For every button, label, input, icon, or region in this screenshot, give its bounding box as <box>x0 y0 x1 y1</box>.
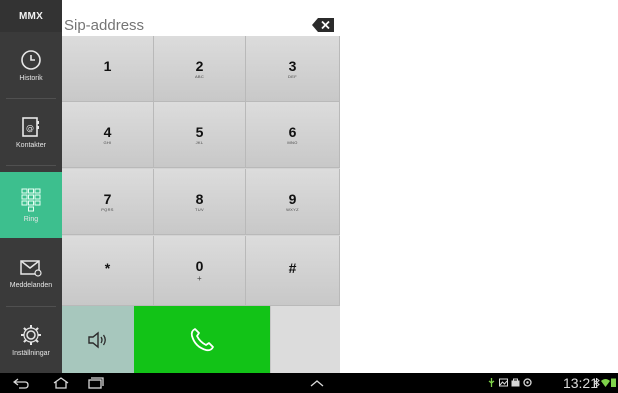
sip-address-bar <box>62 14 340 37</box>
divider <box>6 165 56 166</box>
key-digit: 7 <box>103 190 112 207</box>
contact-book-icon: @ <box>22 116 39 137</box>
menu-up-button[interactable] <box>308 376 326 390</box>
image-notification-icon <box>499 378 508 387</box>
key-letters: WXYZ <box>286 206 299 212</box>
envelope-icon <box>20 259 42 277</box>
sidebar-item-label: Kontakter <box>16 141 46 149</box>
key-2[interactable]: 2 ABC <box>154 36 246 102</box>
bag-icon <box>511 378 520 387</box>
key-letters: + <box>197 274 202 283</box>
sidebar-item-label: Historik <box>19 74 43 82</box>
sidebar-item-label: Inställningar <box>12 349 50 357</box>
key-digit: 8 <box>195 190 204 207</box>
call-button[interactable] <box>134 306 270 373</box>
sidebar-item-ring[interactable]: Ring <box>0 172 62 238</box>
key-digit: 3 <box>288 57 297 74</box>
back-button[interactable] <box>12 376 30 390</box>
svg-text:@: @ <box>26 123 34 132</box>
key-3[interactable]: 3 DEF <box>246 36 340 102</box>
key-letters: TUV <box>195 206 204 212</box>
sidebar-item-label: Ring <box>23 215 39 223</box>
phone-icon <box>190 327 214 351</box>
key-letters: GHI <box>103 139 112 145</box>
key-digit: 5 <box>195 123 204 140</box>
sync-icon <box>523 378 532 387</box>
home-icon <box>53 377 69 389</box>
key-9[interactable]: 9 WXYZ <box>246 169 340 235</box>
brand-text: MMX <box>19 10 43 22</box>
key-letters: JKL <box>195 139 204 145</box>
key-digit: # <box>288 259 297 276</box>
sidebar-item-kontakter[interactable]: @ Kontakter <box>0 99 62 165</box>
key-digit: * <box>104 259 111 276</box>
sidebar-item-installningar[interactable]: Inställningar <box>0 307 62 373</box>
recent-apps-icon <box>88 377 104 389</box>
key-letters: DEF <box>288 73 297 79</box>
key-letters: PQRS <box>101 206 114 212</box>
battery-icon <box>611 378 616 387</box>
key-digit: 9 <box>288 190 297 207</box>
key-5[interactable]: 5 JKL <box>154 102 246 168</box>
key-digit: 1 <box>103 57 112 74</box>
key-0[interactable]: 0 + <box>154 236 246 306</box>
back-icon <box>13 378 29 389</box>
key-letters: MNO <box>287 139 298 145</box>
gear-icon <box>21 324 41 345</box>
key-6[interactable]: 6 MNO <box>246 102 340 168</box>
dialpad-icon <box>21 188 41 211</box>
sidebar: MMX Historik @ Kontakter Ring Meddelande… <box>0 0 62 373</box>
key-4[interactable]: 4 GHI <box>62 102 154 168</box>
clock-icon <box>21 49 41 70</box>
key-8[interactable]: 8 TUV <box>154 169 246 235</box>
wifi-icon <box>601 379 610 387</box>
key-1[interactable]: 1 <box>62 36 154 102</box>
home-button[interactable] <box>52 376 70 390</box>
speaker-button[interactable] <box>62 306 134 373</box>
recent-apps-button[interactable] <box>87 376 105 390</box>
empty-action-slot <box>270 306 340 373</box>
sidebar-item-meddelanden[interactable]: Meddelanden <box>0 240 62 306</box>
usb-icon <box>488 378 495 387</box>
key-star[interactable]: * <box>62 236 154 306</box>
app-logo: MMX <box>0 0 62 32</box>
system-navigation-bar: 13:21 <box>0 373 618 393</box>
key-digit: 0 <box>195 258 204 274</box>
speaker-icon <box>88 331 106 348</box>
key-digit: 6 <box>288 123 297 140</box>
dialpad: 1 2 ABC 3 DEF 4 GHI 5 JKL 6 MNO 7 PQRS 8 TUV 9W… <box>62 36 340 306</box>
key-digit: 2 <box>195 57 204 74</box>
bluetooth-icon <box>593 378 600 387</box>
backspace-icon[interactable] <box>312 18 334 32</box>
key-hash[interactable]: # <box>246 236 340 306</box>
key-7[interactable]: 7 PQRS <box>62 169 154 235</box>
sidebar-item-historik[interactable]: Historik <box>0 32 62 98</box>
sip-address-input[interactable] <box>62 14 304 36</box>
key-letters: ABC <box>194 73 205 79</box>
key-digit: 4 <box>103 123 112 140</box>
chevron-up-icon <box>310 380 324 387</box>
sidebar-item-label: Meddelanden <box>9 281 53 289</box>
